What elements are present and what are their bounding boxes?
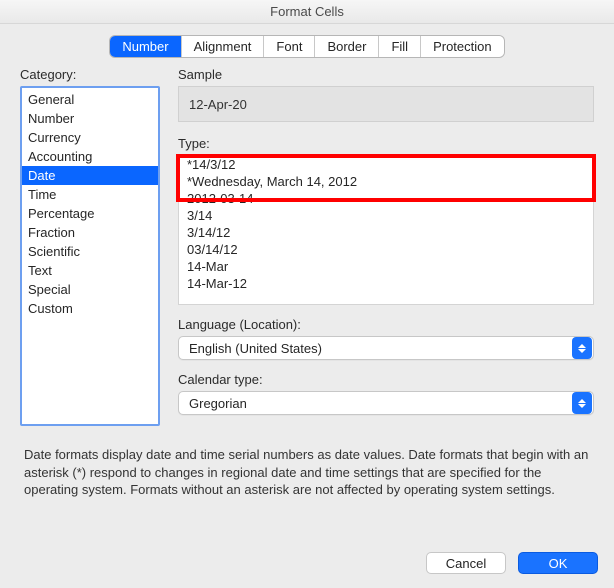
type-item[interactable]: 03/14/12 [179, 241, 593, 258]
category-item-general[interactable]: General [22, 90, 158, 109]
category-item-time[interactable]: Time [22, 185, 158, 204]
category-item-fraction[interactable]: Fraction [22, 223, 158, 242]
tab-protection[interactable]: Protection [421, 36, 504, 57]
sample-label: Sample [178, 67, 594, 82]
calendar-label: Calendar type: [178, 372, 594, 387]
category-item-currency[interactable]: Currency [22, 128, 158, 147]
category-label: Category: [20, 67, 160, 82]
type-item[interactable]: 14-Mar [179, 258, 593, 275]
format-description: Date formats display date and time seria… [20, 426, 594, 515]
type-list[interactable]: *14/3/12 *Wednesday, March 14, 2012 2012… [178, 155, 594, 305]
language-value: English (United States) [189, 341, 322, 356]
updown-icon [572, 392, 592, 414]
type-item[interactable]: *Wednesday, March 14, 2012 [179, 173, 593, 190]
tab-bar: Number Alignment Font Border Fill Protec… [0, 24, 614, 67]
category-item-accounting[interactable]: Accounting [22, 147, 158, 166]
type-item[interactable]: 14-Mar-12 [179, 275, 593, 292]
tab-fill[interactable]: Fill [379, 36, 421, 57]
category-item-custom[interactable]: Custom [22, 299, 158, 318]
category-item-scientific[interactable]: Scientific [22, 242, 158, 261]
dialog-footer: Cancel OK [0, 552, 614, 588]
tab-number[interactable]: Number [110, 36, 181, 57]
type-item[interactable]: 2012-03-14 [179, 190, 593, 207]
format-cells-dialog: Format Cells Number Alignment Font Borde… [0, 0, 614, 588]
sample-value: 12-Apr-20 [189, 97, 247, 112]
calendar-select[interactable]: Gregorian [178, 391, 594, 415]
type-label: Type: [178, 136, 594, 151]
title-bar: Format Cells [0, 0, 614, 24]
category-list[interactable]: General Number Currency Accounting Date … [20, 86, 160, 426]
category-item-percentage[interactable]: Percentage [22, 204, 158, 223]
type-item[interactable]: 3/14/12 [179, 224, 593, 241]
category-item-number[interactable]: Number [22, 109, 158, 128]
tab-alignment[interactable]: Alignment [182, 36, 265, 57]
category-item-date[interactable]: Date [22, 166, 158, 185]
type-item[interactable]: *14/3/12 [179, 156, 593, 173]
updown-icon [572, 337, 592, 359]
ok-button[interactable]: OK [518, 552, 598, 574]
language-label: Language (Location): [178, 317, 594, 332]
calendar-value: Gregorian [189, 396, 247, 411]
cancel-button[interactable]: Cancel [426, 552, 506, 574]
type-item[interactable]: 3/14 [179, 207, 593, 224]
language-select[interactable]: English (United States) [178, 336, 594, 360]
window-title: Format Cells [270, 4, 344, 19]
category-item-text[interactable]: Text [22, 261, 158, 280]
tab-border[interactable]: Border [315, 36, 379, 57]
tab-font[interactable]: Font [264, 36, 315, 57]
sample-box: 12-Apr-20 [178, 86, 594, 122]
category-item-special[interactable]: Special [22, 280, 158, 299]
tab-strip: Number Alignment Font Border Fill Protec… [110, 36, 503, 57]
